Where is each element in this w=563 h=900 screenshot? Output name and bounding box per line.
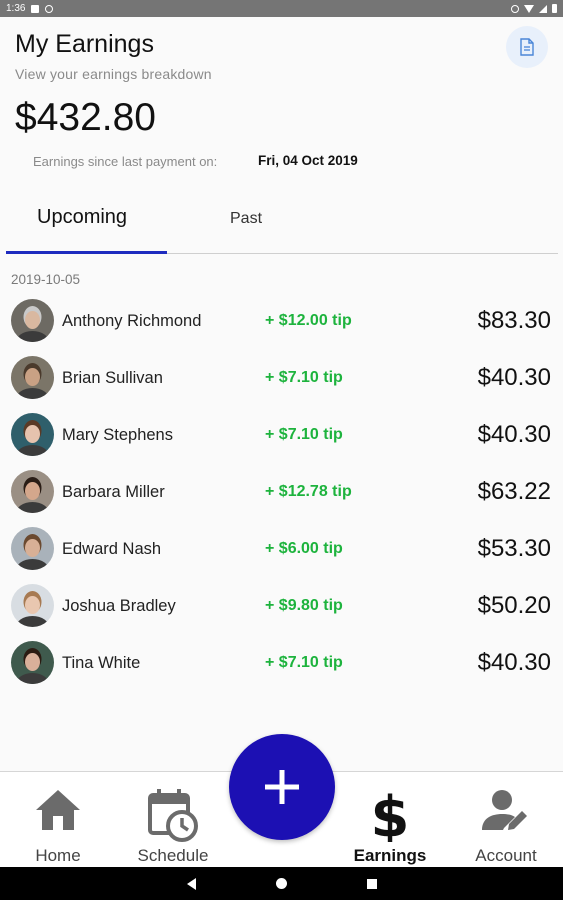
earning-row[interactable]: Barbara Miller + $12.78 tip $63.22 [0, 464, 563, 521]
page-subtitle: View your earnings breakdown [15, 66, 212, 82]
since-label: Earnings since last payment on: [33, 154, 218, 169]
customer-name: Tina White [62, 654, 141, 672]
customer-name: Edward Nash [62, 540, 162, 558]
nav-account[interactable]: Account [451, 772, 561, 868]
tip-amount: + $12.00 tip [265, 312, 352, 329]
earning-amount: $50.20 [477, 592, 551, 619]
tip-amount: + $7.10 tip [265, 426, 343, 443]
status-bar: 1:36 [0, 0, 563, 17]
avatar [11, 413, 54, 456]
earning-row[interactable]: Tina White + $7.10 tip $40.30 [0, 635, 563, 692]
tip-amount: + $6.00 tip [265, 540, 343, 557]
customer-name: Brian Sullivan [62, 369, 163, 387]
document-icon [520, 38, 534, 56]
svg-text:$: $ [372, 786, 408, 842]
tip-amount: + $7.10 tip [265, 369, 343, 386]
cell-signal-icon [539, 4, 547, 13]
earning-amount: $53.30 [477, 535, 551, 562]
tip-amount: + $7.10 tip [265, 654, 343, 671]
tab-upcoming[interactable]: Upcoming [37, 206, 127, 236]
customer-name: Mary Stephens [62, 426, 173, 444]
tab-indicator [6, 251, 167, 254]
earning-row[interactable]: Edward Nash + $6.00 tip $53.30 [0, 521, 563, 578]
plus-icon [265, 770, 299, 804]
system-nav-bar [0, 867, 563, 900]
earning-row[interactable]: Anthony Richmond + $12.00 tip $83.30 [0, 293, 563, 350]
earning-amount: $63.22 [477, 478, 551, 505]
status-time: 1:36 [6, 3, 26, 14]
page-title: My Earnings [15, 30, 154, 58]
home-icon [36, 790, 80, 830]
avatar [11, 527, 54, 570]
add-button[interactable] [229, 734, 335, 840]
avatar [11, 470, 54, 513]
group-date: 2019-10-05 [11, 272, 81, 287]
earning-amount: $40.30 [477, 649, 551, 676]
location-icon [511, 4, 519, 13]
earning-row[interactable]: Joshua Bradley + $9.80 tip $50.20 [0, 578, 563, 635]
nav-earnings-label: Earnings [353, 846, 427, 865]
earning-row[interactable]: Mary Stephens + $7.10 tip $40.30 [0, 407, 563, 464]
earnings-screen: 1:36 My Earnings View your earnings brea… [0, 0, 563, 900]
tab-past[interactable]: Past [230, 210, 262, 240]
home-circle-icon[interactable] [276, 878, 287, 889]
dollar-icon: $ [372, 786, 408, 842]
customer-name: Barbara Miller [62, 483, 165, 501]
nav-home[interactable]: Home [3, 772, 113, 868]
earning-amount: $40.30 [477, 421, 551, 448]
total-earnings: $432.80 [15, 96, 156, 139]
earning-row[interactable]: Brian Sullivan + $7.10 tip $40.30 [0, 350, 563, 407]
sync-icon [45, 4, 54, 13]
avatar [11, 299, 54, 342]
wifi-icon [524, 4, 534, 13]
document-button[interactable] [506, 26, 548, 68]
nav-home-label: Home [35, 846, 81, 865]
account-edit-icon [482, 790, 527, 830]
battery-icon [552, 4, 557, 13]
customer-name: Joshua Bradley [62, 597, 176, 615]
nav-account-label: Account [475, 846, 537, 865]
tip-amount: + $9.80 tip [265, 597, 343, 614]
nav-schedule[interactable]: Schedule [118, 772, 228, 868]
avatar [11, 584, 54, 627]
tip-amount: + $12.78 tip [265, 483, 352, 500]
nav-earnings[interactable]: $ Earnings [335, 772, 445, 868]
nav-schedule-label: Schedule [137, 846, 209, 865]
customer-name: Anthony Richmond [62, 312, 202, 330]
avatar [11, 641, 54, 684]
earnings-list: Anthony Richmond + $12.00 tip $83.30 Brian … [0, 293, 563, 692]
since-date: Fri, 04 Oct 2019 [258, 153, 358, 168]
earning-amount: $83.30 [477, 307, 551, 334]
sd-card-icon [31, 4, 40, 13]
calendar-clock-icon [148, 789, 198, 842]
recents-icon[interactable] [367, 879, 377, 889]
avatar [11, 356, 54, 399]
earning-amount: $40.30 [477, 364, 551, 391]
back-icon[interactable] [187, 878, 196, 890]
